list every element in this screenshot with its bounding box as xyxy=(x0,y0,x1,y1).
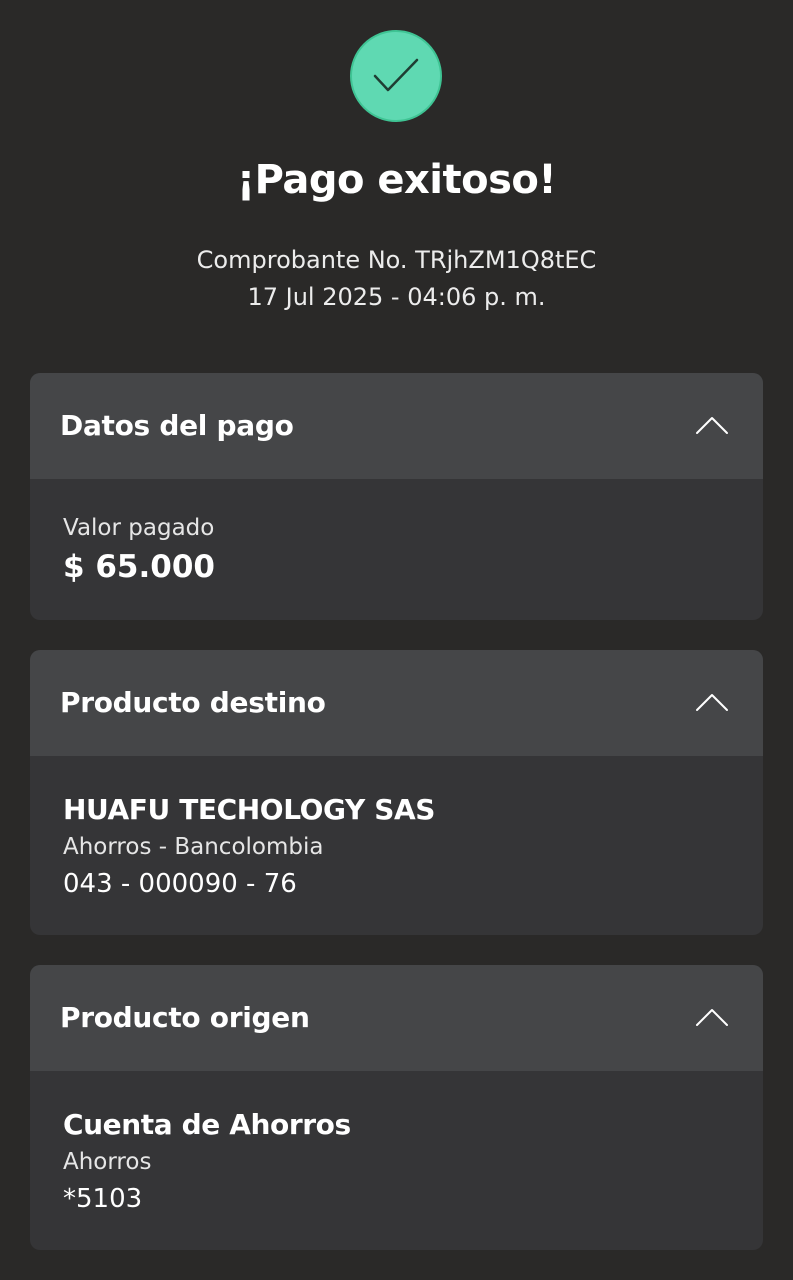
origin-product-header[interactable]: Producto origen xyxy=(30,965,763,1071)
chevron-up-icon[interactable] xyxy=(695,415,729,435)
receipt-number: Comprobante No. TRjhZM1Q8tEC xyxy=(196,246,597,274)
amount-value: $ 65.000 xyxy=(63,549,215,585)
origin-product-body: Cuenta de Ahorros Ahorros *5103 xyxy=(63,1105,733,1219)
origin-name: Cuenta de Ahorros xyxy=(63,1108,351,1141)
amount-label: Valor pagado xyxy=(63,515,215,541)
destination-product-header[interactable]: Producto destino xyxy=(30,650,763,756)
payment-details-card: Datos del pago Valor pagado $ 65.000 xyxy=(30,373,763,620)
origin-account: *5103 xyxy=(63,1184,143,1214)
success-checkmark-icon xyxy=(350,30,442,122)
checkmark-icon xyxy=(373,58,419,92)
payment-details-header[interactable]: Datos del pago xyxy=(30,373,763,479)
payment-details-title: Datos del pago xyxy=(60,409,294,442)
destination-product-card: Producto destino HUAFU TECHOLOGY SAS Aho… xyxy=(30,650,763,935)
origin-product-title: Producto origen xyxy=(60,1001,310,1034)
receipt-info: Comprobante No. TRjhZM1Q8tEC 17 Jul 2025… xyxy=(0,242,793,316)
receipt-datetime: 17 Jul 2025 - 04:06 p. m. xyxy=(247,283,546,311)
page-title: ¡Pago exitoso! xyxy=(236,157,557,203)
destination-type: Ahorros - Bancolombia xyxy=(63,834,324,860)
payment-details-body: Valor pagado $ 65.000 xyxy=(63,511,733,589)
destination-name: HUAFU TECHOLOGY SAS xyxy=(63,793,436,826)
destination-product-body: HUAFU TECHOLOGY SAS Ahorros - Bancolombi… xyxy=(63,790,733,904)
origin-type: Ahorros xyxy=(63,1149,152,1175)
origin-product-card: Producto origen Cuenta de Ahorros Ahorro… xyxy=(30,965,763,1250)
chevron-up-icon[interactable] xyxy=(695,1007,729,1027)
destination-product-title: Producto destino xyxy=(60,686,326,719)
destination-account: 043 - 000090 - 76 xyxy=(63,869,297,899)
chevron-up-icon[interactable] xyxy=(695,692,729,712)
